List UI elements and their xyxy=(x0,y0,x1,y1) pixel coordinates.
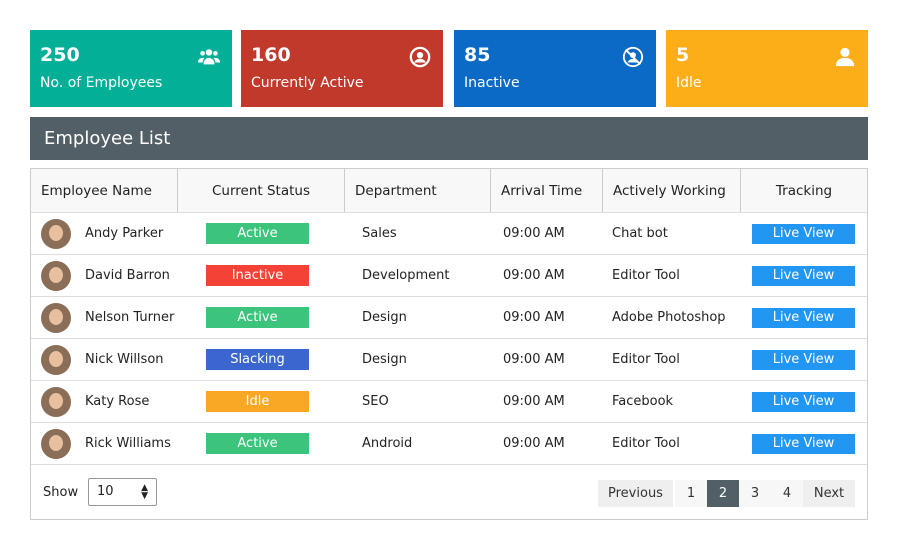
live-view-button[interactable]: Live View xyxy=(752,349,855,370)
stat-label: Idle xyxy=(676,75,702,91)
page-4-button[interactable]: 4 xyxy=(771,480,803,507)
avatar xyxy=(41,302,71,333)
live-view-button[interactable]: Live View xyxy=(752,433,855,454)
table-header: Employee Name Current Status Department Arr… xyxy=(31,169,867,213)
column-header: Department xyxy=(345,169,491,212)
status-badge: Slacking xyxy=(206,349,309,370)
avatar xyxy=(41,218,71,249)
live-view-button[interactable]: Live View xyxy=(752,391,855,412)
status-badge: Active xyxy=(206,433,309,454)
stat-label: No. of Employees xyxy=(40,75,163,91)
arrival-time: 09:00 AM xyxy=(503,310,565,325)
employee-name: Rick Williams xyxy=(85,436,171,451)
arrival-time: 09:00 AM xyxy=(503,268,565,283)
actively-working: Facebook xyxy=(612,394,674,409)
stat-value: 250 xyxy=(40,44,80,66)
table-row: Rick Williams Active Android 09:00 AM Ed… xyxy=(31,423,867,465)
table-row: David Barron Inactive Development 09:00 … xyxy=(31,255,867,297)
department: Development xyxy=(362,268,450,283)
page-title: Employee List xyxy=(30,117,868,160)
arrival-time: 09:00 AM xyxy=(503,436,565,451)
stat-value: 5 xyxy=(676,44,690,66)
table-row: Andy Parker Active Sales 09:00 AM Chat b… xyxy=(31,213,867,255)
page-2-button[interactable]: 2 xyxy=(707,480,739,507)
stat-label: Currently Active xyxy=(251,75,364,91)
stat-card: 160 Currently Active xyxy=(241,30,443,107)
arrival-time: 09:00 AM xyxy=(503,226,565,241)
actively-working: Editor Tool xyxy=(612,352,680,367)
column-header: Arrival Time xyxy=(491,169,603,212)
column-header: Employee Name xyxy=(31,169,178,212)
stat-label: Inactive xyxy=(464,75,520,91)
employee-table: Employee Name Current Status Department Arr… xyxy=(30,168,868,520)
employee-name: Andy Parker xyxy=(85,226,164,241)
status-badge: Idle xyxy=(206,391,309,412)
column-header: Current Status xyxy=(178,169,345,212)
actively-working: Editor Tool xyxy=(612,436,680,451)
stat-value: 85 xyxy=(464,44,491,66)
status-badge: Active xyxy=(206,223,309,244)
show-label: Show xyxy=(43,485,79,500)
sort-icon: ▲ ▼ xyxy=(141,483,148,501)
stat-card: 5 Idle xyxy=(666,30,868,107)
avatar xyxy=(41,260,71,291)
arrival-time: 09:00 AM xyxy=(503,394,565,409)
next-button[interactable]: Next xyxy=(803,480,855,507)
page-1-button[interactable]: 1 xyxy=(675,480,707,507)
table-footer: Show 10 ▲ ▼ Previous 1234 Next xyxy=(31,465,867,520)
employee-name: Nick Willson xyxy=(85,352,164,367)
table-row: Nelson Turner Active Design 09:00 AM Ado… xyxy=(31,297,867,339)
live-view-button[interactable]: Live View xyxy=(752,223,855,244)
department: Design xyxy=(362,352,407,367)
page-size-value: 10 xyxy=(97,484,114,499)
actively-working: Chat bot xyxy=(612,226,668,241)
employee-name: David Barron xyxy=(85,268,170,283)
live-view-button[interactable]: Live View xyxy=(752,265,855,286)
column-header: Tracking xyxy=(775,182,833,199)
employee-name: Nelson Turner xyxy=(85,310,175,325)
live-view-button[interactable]: Live View xyxy=(752,307,855,328)
column-header: Actively Working xyxy=(603,169,741,212)
page-3-button[interactable]: 3 xyxy=(739,480,771,507)
table-row: Katy Rose Idle SEO 09:00 AM Facebook Liv… xyxy=(31,381,867,423)
stat-card: 250 No. of Employees xyxy=(30,30,232,107)
table-row: Nick Willson Slacking Design 09:00 AM Ed… xyxy=(31,339,867,381)
stat-value: 160 xyxy=(251,44,291,66)
actively-working: Editor Tool xyxy=(612,268,680,283)
department: Sales xyxy=(362,226,397,241)
users-icon xyxy=(198,46,220,68)
user-slash-icon xyxy=(622,46,644,68)
avatar xyxy=(41,428,71,459)
page-size-select[interactable]: 10 ▲ ▼ xyxy=(88,478,157,506)
avatar xyxy=(41,344,71,375)
user-circle-icon xyxy=(409,46,431,68)
actively-working: Adobe Photoshop xyxy=(612,310,726,325)
department: SEO xyxy=(362,394,389,409)
previous-button[interactable]: Previous xyxy=(598,480,673,507)
employee-name: Katy Rose xyxy=(85,394,150,409)
stat-card: 85 Inactive xyxy=(454,30,656,107)
user-icon xyxy=(834,46,856,68)
department: Design xyxy=(362,310,407,325)
arrival-time: 09:00 AM xyxy=(503,352,565,367)
avatar xyxy=(41,386,71,417)
status-badge: Active xyxy=(206,307,309,328)
department: Android xyxy=(362,436,413,451)
status-badge: Inactive xyxy=(206,265,309,286)
